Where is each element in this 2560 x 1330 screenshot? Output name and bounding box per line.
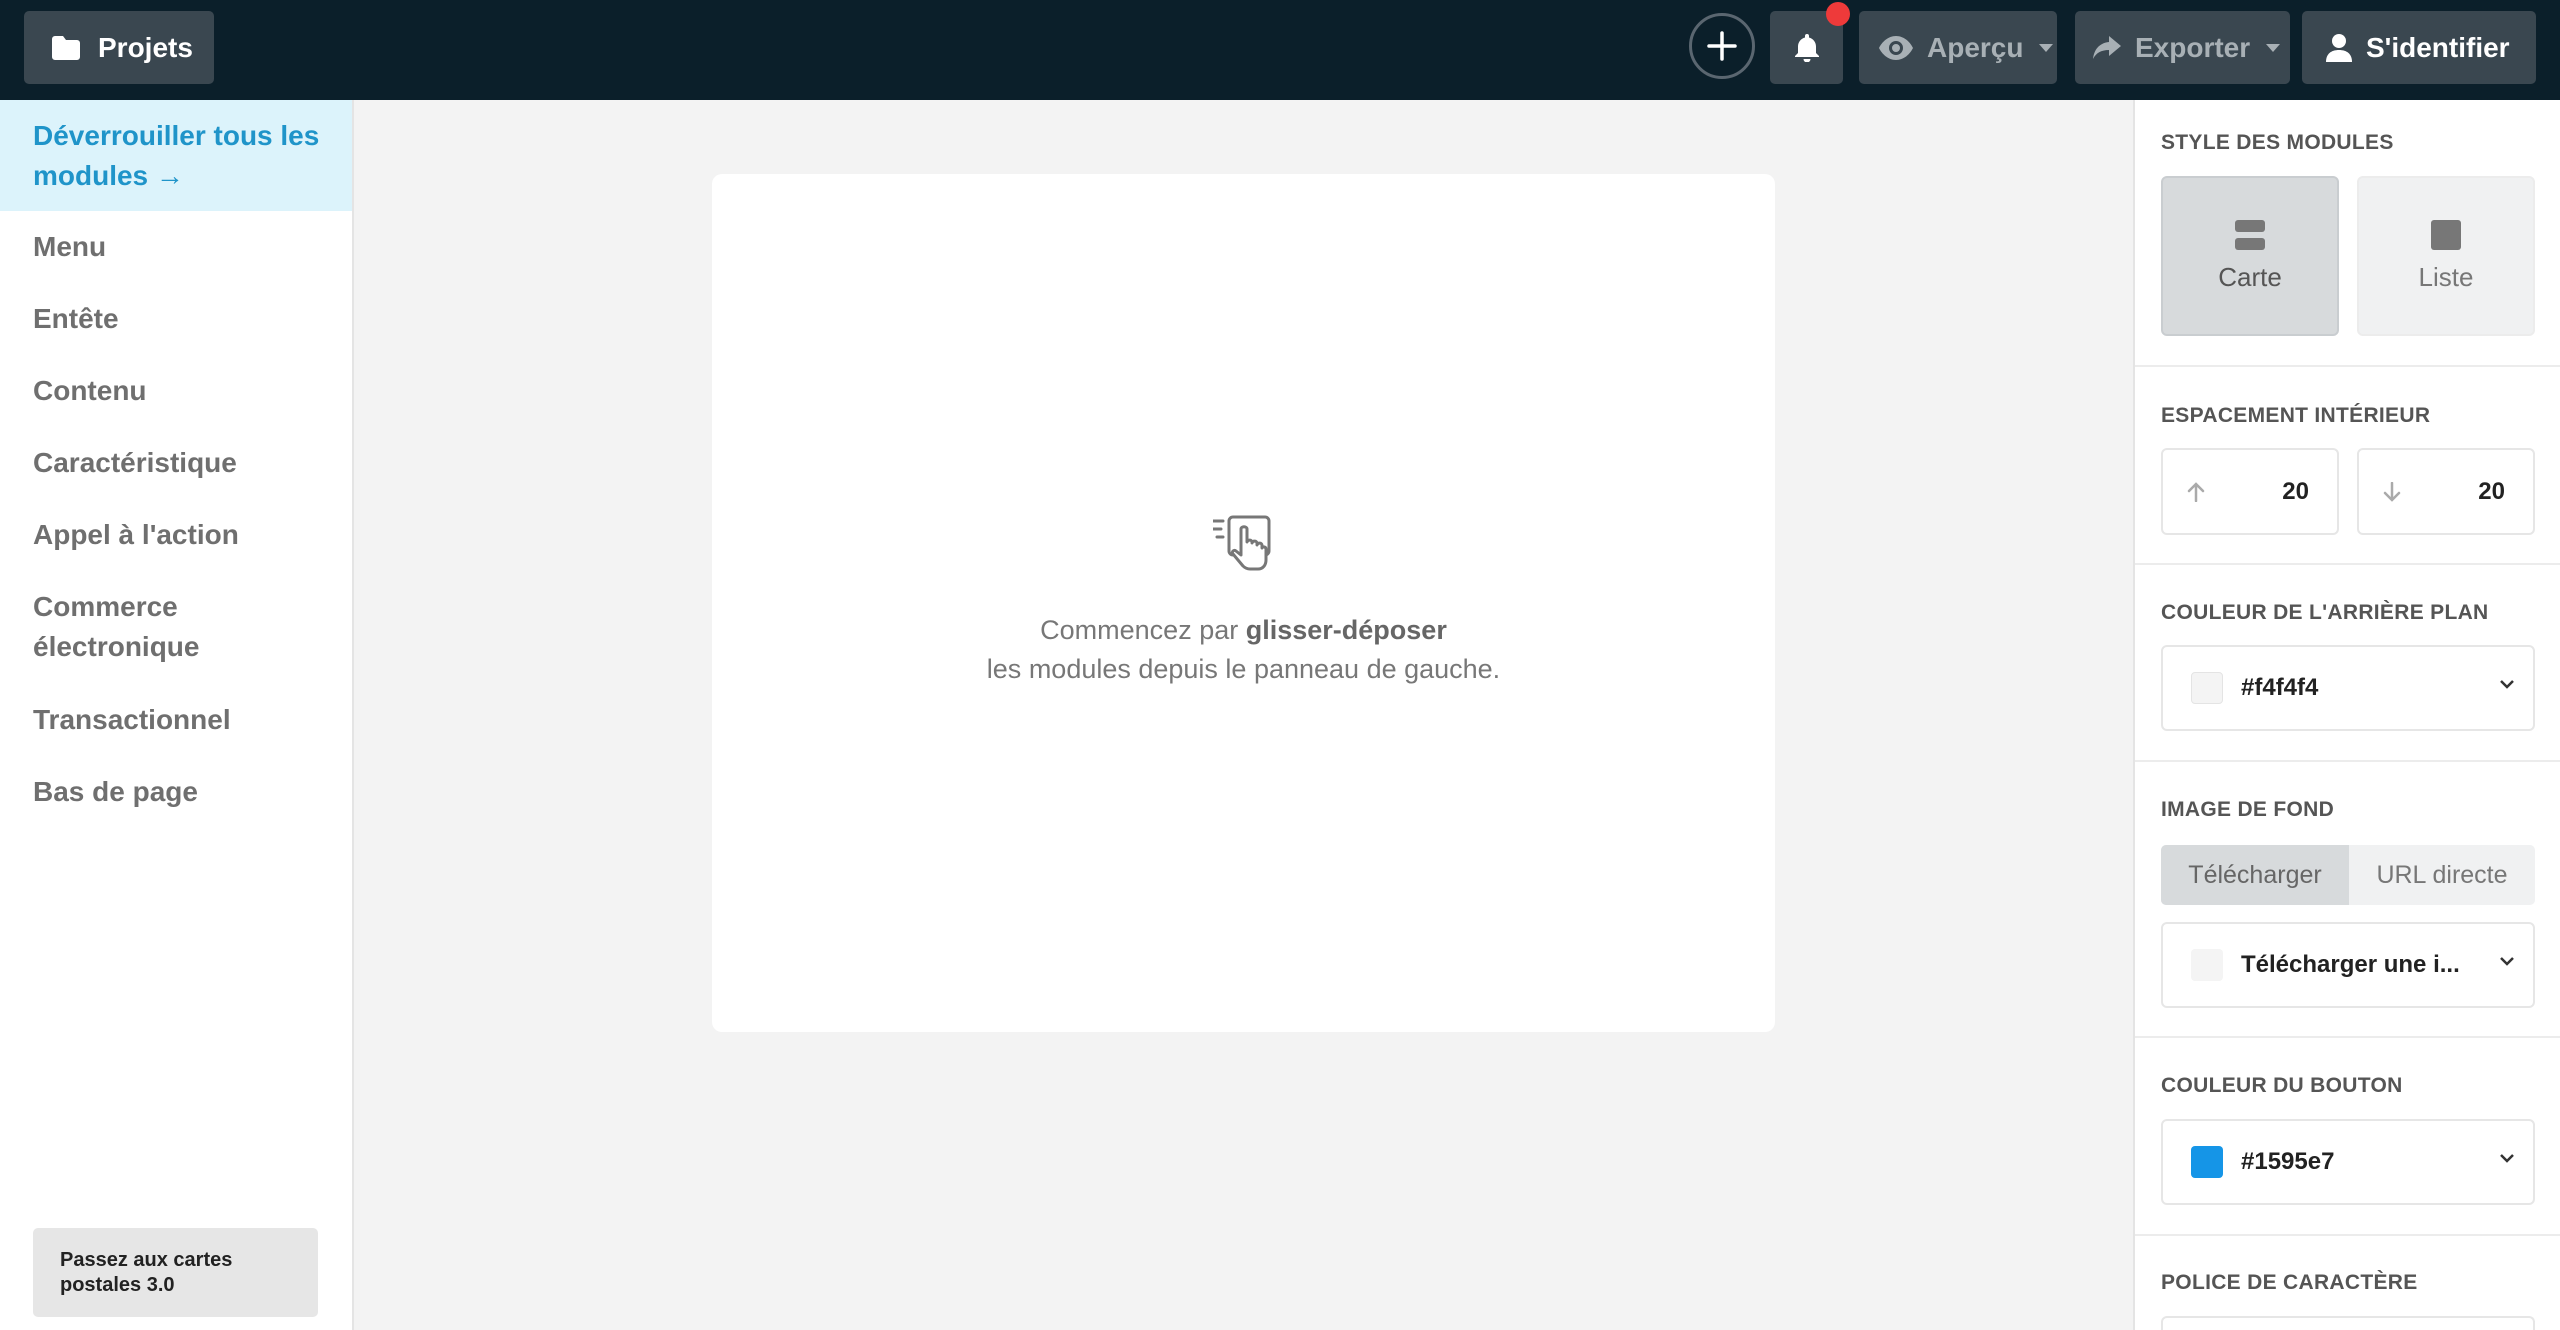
button-color-swatch [2191,1146,2223,1178]
login-button[interactable]: S'identifier [2302,11,2536,84]
tab-direct-url[interactable]: URL directe [2349,845,2535,905]
image-placeholder-swatch [2191,949,2223,981]
export-label: Exporter [2135,31,2251,63]
email-canvas[interactable] [712,174,1775,1032]
card-layout-icon [2235,219,2265,250]
share-icon [2093,35,2121,59]
padding-bottom-input[interactable]: 20 [2357,448,2535,535]
sidebar-item-feature[interactable]: Caractéristique [33,443,237,483]
add-button[interactable] [1689,13,1755,79]
upload-image-select[interactable]: Télécharger une i... [2161,922,2535,1008]
sidebar-item-content[interactable]: Contenu [33,371,147,411]
sidebar-item-transactional[interactable]: Transactionnel [33,700,231,740]
upgrade-banner[interactable]: Passez aux cartes postales 3.0 [33,1228,318,1317]
style-card-label: Carte [2218,261,2282,292]
sidebar-item-menu[interactable]: Menu [33,227,106,267]
background-color-swatch [2191,672,2223,704]
font-title: POLICE DE CARACTÈRE [2161,1271,2418,1294]
drop-bold: glisser-déposer [1245,615,1447,645]
drop-prefix: Commencez par [1040,615,1239,645]
upload-image-label: Télécharger une i... [2241,951,2460,978]
divider [2135,365,2560,367]
login-label: S'identifier [2366,31,2510,63]
background-color-select[interactable]: #f4f4f4 [2161,645,2535,731]
style-list-button[interactable]: Liste [2357,176,2535,336]
preview-label: Aperçu [1927,31,2024,63]
chevron-down-icon [2039,43,2054,52]
font-select[interactable] [2161,1316,2535,1330]
padding-bottom-value: 20 [2478,477,2505,505]
tab-upload[interactable]: Télécharger [2161,845,2349,905]
chevron-down-icon [2266,43,2281,52]
plus-icon [1707,31,1737,61]
divider [2135,1234,2560,1236]
bell-icon [1794,33,1819,62]
divider [2135,1036,2560,1038]
padding-top-input[interactable]: 20 [2161,448,2339,535]
background-image-title: IMAGE DE FOND [2161,798,2335,821]
notification-badge [1826,2,1850,26]
chevron-down-icon [2500,680,2514,689]
eye-icon [1879,35,1913,60]
preview-button[interactable]: Aperçu [1859,11,2057,84]
list-layout-icon [2431,219,2461,250]
background-image-tabs: Télécharger URL directe [2161,845,2535,905]
top-bar: Projets Aperçu Exporter S'identifier [0,0,2560,100]
button-color-title: COULEUR DU BOUTON [2161,1074,2403,1097]
background-color-title: COULEUR DE L'ARRIÈRE PLAN [2161,601,2489,624]
sidebar-item-ecommerce[interactable]: Commerce électronique [33,587,233,667]
padding-title: ESPACEMENT INTÉRIEUR [2161,404,2431,427]
button-color-select[interactable]: #1595e7 [2161,1119,2535,1205]
style-card-button[interactable]: Carte [2161,176,2339,336]
user-icon [2326,33,2352,62]
drag-hand-icon [1213,515,1271,571]
button-color-value: #1595e7 [2241,1148,2335,1175]
sidebar-item-footer[interactable]: Bas de page [33,772,198,812]
style-list-label: Liste [2418,261,2474,292]
drop-line2: les modules depuis le panneau de gauche. [986,654,1501,684]
export-button[interactable]: Exporter [2075,11,2290,84]
unlock-modules-link[interactable]: Déverrouiller tous les modules → [0,100,352,211]
arrow-down-icon [2383,481,2401,502]
sidebar-item-call-to-action[interactable]: Appel à l'action [33,515,239,555]
module-sidebar: Déverrouiller tous les modules → Menu En… [0,100,354,1330]
chevron-down-icon [2500,1154,2514,1163]
module-style-title: STYLE DES MODULES [2161,131,2394,154]
projects-button[interactable]: Projets [24,11,214,84]
chevron-down-icon [2500,957,2514,966]
padding-top-value: 20 [2282,477,2309,505]
folder-icon [52,35,80,60]
projects-label: Projets [98,31,193,63]
drop-instructions: Commencez par glisser-déposer les module… [712,611,1775,689]
divider [2135,760,2560,762]
background-color-value: #f4f4f4 [2241,674,2319,701]
sidebar-item-header[interactable]: Entête [33,299,119,339]
divider [2135,563,2560,565]
arrow-up-icon [2187,481,2205,502]
